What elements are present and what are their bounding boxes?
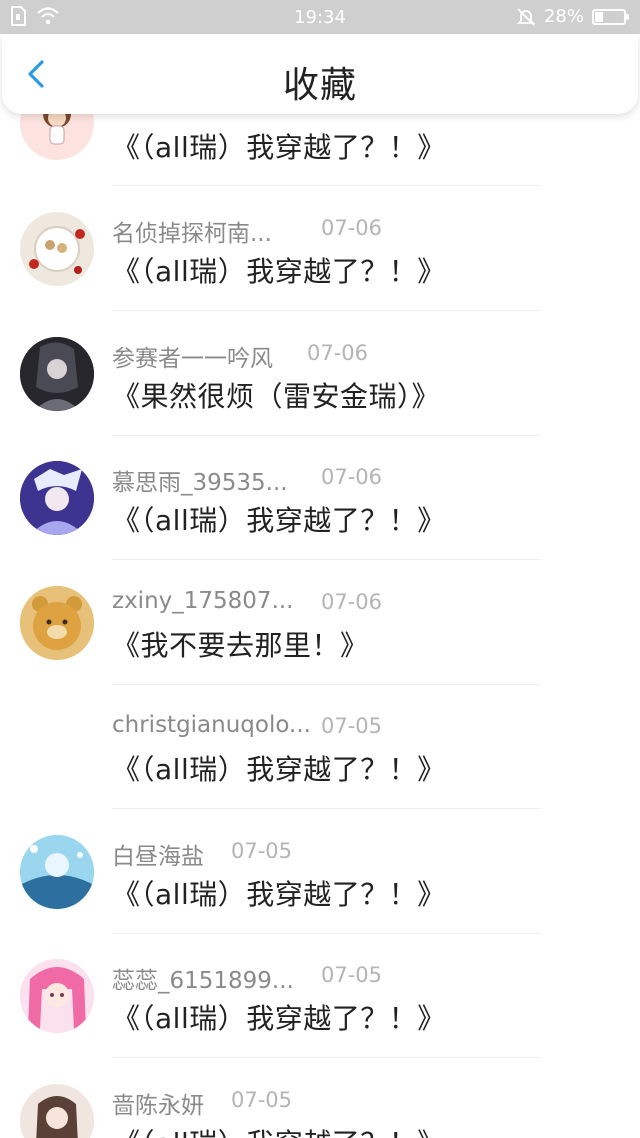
article-title: 《（all瑞）我穿越了？！》: [112, 131, 446, 164]
author-name: 名侦掉探柯南...: [112, 221, 272, 247]
article-title: 《（all瑞）我穿越了？！》: [112, 1122, 446, 1138]
favorite-date: 07-05: [231, 1087, 293, 1112]
article-title: 《（all瑞）我穿越了？！》: [112, 1002, 446, 1035]
author-name: 参赛者一一吟风: [112, 345, 273, 372]
favorite-item[interactable]: 慕思雨_39535... 07-06 《（all瑞）我穿越了？！》: [0, 435, 640, 560]
article-title: 《（all瑞）我穿越了？！》: [112, 753, 446, 786]
battery-percent: 28%: [543, 6, 584, 27]
favorites-list: 《（all瑞）我穿越了？！》 名侦掉探柯南... 07-06 《（all瑞）我穿…: [0, 86, 640, 1138]
avatar: [20, 212, 94, 286]
avatar: [20, 585, 94, 660]
favorite-date: 07-05: [321, 714, 383, 738]
favorite-date: 07-05: [321, 963, 383, 987]
article-title: 《（all瑞）我穿越了？！》: [112, 504, 446, 537]
avatar: [20, 959, 94, 1033]
author-name: zxiny_175807...: [112, 587, 294, 614]
avatar: [20, 336, 94, 411]
avatar: [20, 834, 94, 909]
favorite-item[interactable]: 白昼海盐 07-05 《（all瑞）我穿越了？！》: [0, 809, 640, 934]
favorite-date: 07-06: [321, 589, 383, 614]
favorite-date: 07-06: [321, 216, 383, 240]
avatar: [20, 1083, 94, 1138]
favorite-item[interactable]: 蕊蕊_6151899... 07-05 《（all瑞）我穿越了？！》: [0, 933, 640, 1058]
battery-icon: [592, 8, 629, 25]
page-title: 收藏: [282, 65, 357, 106]
author-name: christgianuqolo...: [112, 712, 311, 738]
author-name: 白昼海盐: [112, 843, 204, 870]
article-title: 《（all瑞）我穿越了？！》: [112, 255, 446, 288]
favorite-item[interactable]: christgianuqolo... 07-05 《（all瑞）我穿越了？！》: [0, 684, 640, 809]
author-name: 慕思雨_39535...: [112, 470, 288, 496]
article-title: 《我不要去那里！》: [112, 628, 369, 662]
favorite-date: 07-06: [307, 340, 369, 365]
favorite-item[interactable]: 《（all瑞）我穿越了？！》: [0, 86, 640, 186]
article-title: 《（all瑞）我穿越了？！》: [112, 877, 446, 911]
avatar: [20, 461, 94, 535]
author-name: 啬陈永妍: [112, 1092, 204, 1119]
favorite-date: 07-05: [231, 838, 293, 863]
status-bar: 19:34 28%: [0, 0, 640, 34]
mute-bell-icon: [516, 7, 536, 26]
article-title: 《果然很烦（雷安金瑞）》: [112, 379, 441, 413]
author-name: 蕊蕊_6151899...: [112, 968, 294, 994]
favorite-date: 07-06: [321, 465, 383, 489]
top-nav-bar: 收藏: [2, 34, 638, 114]
favorite-item[interactable]: 名侦掉探柯南... 07-06 《（all瑞）我穿越了？！》: [0, 186, 640, 311]
favorite-item[interactable]: 啬陈永妍 07-05 《（all瑞）我穿越了？！》: [0, 1058, 640, 1138]
favorite-item[interactable]: zxiny_175807... 07-06 《我不要去那里！》: [0, 560, 640, 685]
favorite-item[interactable]: 参赛者一一吟风 07-06 《果然很烦（雷安金瑞）》: [0, 311, 640, 436]
